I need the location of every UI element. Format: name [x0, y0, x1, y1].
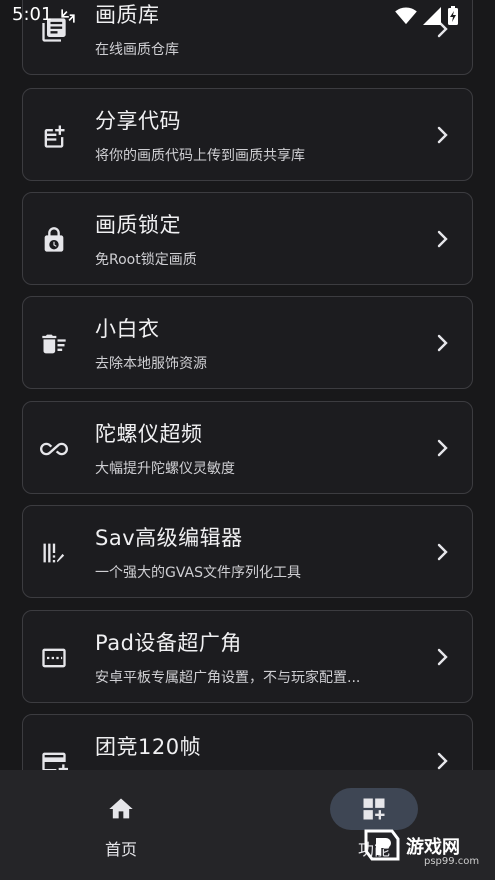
card-add-icon [39, 747, 69, 770]
card-subtitle: 安卓平板专属超广角设置，不与玩家配置... [95, 670, 361, 686]
card-subtitle: 免Root锁定画质 [95, 252, 197, 268]
card-white-clothes[interactable]: 小白衣 去除本地服饰资源 [22, 296, 473, 389]
card-title: 分享代码 [95, 109, 181, 133]
edit-bars-icon [39, 538, 69, 568]
feature-list[interactable]: 画质库 在线画质仓库 分享代码 将你的画质代码上传到画质共享库 画质锁定 免Ro… [0, 0, 495, 770]
chevron-right-icon [437, 334, 448, 352]
lock-clock-icon [39, 225, 69, 255]
card-title: 团竞120帧 [95, 735, 202, 759]
card-sav-editor[interactable]: Sav高级编辑器 一个强大的GVAS文件序列化工具 [22, 505, 473, 598]
share-code-icon [39, 121, 69, 151]
card-title: 画质锁定 [95, 213, 181, 237]
delete-sweep-icon [39, 329, 69, 359]
card-share-code[interactable]: 分享代码 将你的画质代码上传到画质共享库 [22, 88, 473, 181]
card-pad-wide-angle[interactable]: Pad设备超广角 安卓平板专属超广角设置，不与玩家配置... [22, 610, 473, 703]
card-quality-library[interactable]: 画质库 在线画质仓库 [22, 0, 473, 75]
chevron-right-icon [437, 126, 448, 144]
card-subtitle: 去除本地服饰资源 [95, 356, 207, 372]
psp-logo-icon [364, 829, 400, 861]
card-subtitle: 在线画质仓库 [95, 42, 179, 58]
card-subtitle: 一个强大的GVAS文件序列化工具 [95, 565, 301, 581]
card-title: 小白衣 [95, 317, 160, 341]
nav-home[interactable]: 首页 [56, 788, 186, 868]
apps-add-icon [363, 798, 385, 820]
card-title: Pad设备超广角 [95, 631, 242, 655]
chevron-right-icon [437, 543, 448, 561]
home-icon [109, 798, 133, 819]
chevron-right-icon [437, 439, 448, 457]
chevron-right-icon [437, 648, 448, 666]
chevron-right-icon [437, 20, 448, 38]
nav-features-pill [330, 788, 418, 830]
library-icon [39, 15, 69, 45]
card-quality-lock[interactable]: 画质锁定 免Root锁定画质 [22, 192, 473, 285]
card-team-120fps[interactable]: 团竞120帧 [22, 714, 473, 770]
watermark-url: psp99.com [424, 856, 480, 867]
card-title: 陀螺仪超频 [95, 422, 203, 446]
watermark: 游戏网 psp99.com [362, 826, 495, 867]
chevron-right-icon [437, 752, 448, 770]
card-title: 画质库 [95, 3, 160, 27]
chevron-right-icon [437, 230, 448, 248]
card-subtitle: 将你的画质代码上传到画质共享库 [95, 148, 305, 164]
widescreen-icon [39, 643, 69, 673]
infinity-icon [39, 434, 69, 464]
card-title: Sav高级编辑器 [95, 526, 243, 550]
card-subtitle: 大幅提升陀螺仪灵敏度 [95, 461, 235, 477]
card-gyro-overclock[interactable]: 陀螺仪超频 大幅提升陀螺仪灵敏度 [22, 401, 473, 494]
nav-home-pill [77, 788, 165, 830]
nav-home-label: 首页 [104, 840, 137, 859]
